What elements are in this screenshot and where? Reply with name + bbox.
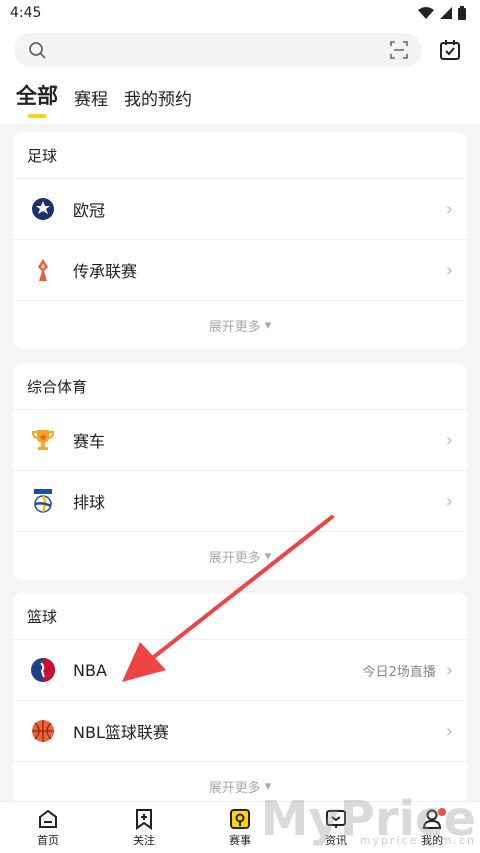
- list-item-label: 欧冠: [73, 201, 106, 220]
- section-title: 综合体育: [13, 363, 467, 410]
- list-item-nbl[interactable]: NBL篮球联赛 ›: [13, 701, 467, 762]
- list-item-volleyball[interactable]: 排球 ›: [13, 471, 467, 532]
- list-item-heritage-league[interactable]: 传承联赛 ›: [13, 240, 467, 301]
- chevron-right-icon: ›: [445, 429, 453, 451]
- list-item-label: 传承联赛: [73, 262, 138, 281]
- notification-dot: [438, 807, 446, 816]
- list-item-label: NBL篮球联赛: [73, 723, 169, 742]
- expand-more-button[interactable]: 展开更多 ▾: [13, 532, 467, 580]
- list-item-label: 赛车: [73, 432, 106, 451]
- section-multisport: 综合体育 赛车 › 排球 › 展开更多 ▾: [13, 363, 467, 580]
- bottom-nav: 首页 关注 赛事 资讯 我的: [0, 801, 480, 853]
- scan-icon[interactable]: [390, 41, 408, 59]
- list-item-ucl[interactable]: 欧冠 ›: [13, 179, 467, 240]
- events-icon: [230, 808, 250, 829]
- expand-more-label: 展开更多: [208, 550, 261, 566]
- chevron-right-icon: ›: [445, 259, 453, 281]
- nba-icon: [29, 656, 57, 684]
- caret-down-icon: ▾: [264, 548, 272, 564]
- nav-events[interactable]: 赛事: [210, 808, 270, 848]
- status-bar: 4:45: [0, 0, 480, 26]
- basketball-icon: [29, 717, 57, 745]
- tab-my-reservations[interactable]: 我的预约: [124, 85, 192, 116]
- tab-bar: 全部 赛程 我的预约: [0, 74, 480, 124]
- tab-all[interactable]: 全部: [16, 80, 58, 118]
- chevron-right-icon: ›: [445, 720, 453, 742]
- nav-follow[interactable]: 关注: [114, 808, 174, 848]
- list-item-label: NBA: [73, 660, 107, 680]
- volleyball-icon: [29, 487, 57, 515]
- expand-more-label: 展开更多: [208, 319, 261, 335]
- section-football: 足球 欧冠 › 传承联赛 › 展开更多 ▾: [13, 132, 467, 349]
- section-title: 篮球: [13, 593, 467, 640]
- chevron-right-icon: ›: [445, 659, 453, 681]
- home-icon: [39, 809, 57, 828]
- nav-me[interactable]: 我的: [402, 807, 462, 848]
- calendar-check-button[interactable]: [432, 32, 468, 68]
- list-item-racing[interactable]: 赛车 ›: [13, 410, 467, 471]
- nav-news[interactable]: 资讯: [306, 808, 366, 848]
- calendar-check-icon: [440, 40, 460, 60]
- champions-league-icon: [29, 195, 57, 223]
- list-item-nba[interactable]: NBA 今日2场直播 ›: [13, 640, 467, 701]
- wifi-icon: [418, 7, 434, 19]
- news-icon: [326, 809, 346, 828]
- expand-more-button[interactable]: 展开更多 ▾: [13, 301, 467, 349]
- top-bar: [0, 26, 480, 74]
- trophy-icon: [29, 426, 57, 454]
- nav-label: 资讯: [325, 833, 347, 847]
- nav-home[interactable]: 首页: [18, 808, 78, 848]
- live-count-label: 今日2场直播: [362, 664, 436, 680]
- nav-label: 首页: [37, 833, 59, 847]
- tab-schedule[interactable]: 赛程: [74, 85, 108, 116]
- status-time: 4:45: [10, 5, 42, 21]
- caret-down-icon: ▾: [264, 317, 272, 333]
- search-input[interactable]: [14, 33, 422, 67]
- section-basketball: 篮球 NBA 今日2场直播 › NBL篮球联赛 › 展开更多 ▾: [13, 593, 467, 823]
- chevron-right-icon: ›: [445, 490, 453, 512]
- nav-label: 赛事: [229, 833, 251, 847]
- nav-label: 我的: [421, 833, 443, 847]
- search-icon: [29, 42, 46, 59]
- status-icons: [418, 6, 466, 20]
- heritage-league-icon: [29, 256, 57, 284]
- battery-icon: [458, 6, 466, 20]
- signal-icon: [440, 7, 452, 19]
- expand-more-label: 展开更多: [208, 780, 261, 796]
- chevron-right-icon: ›: [445, 198, 453, 220]
- list-item-label: 排球: [73, 493, 106, 512]
- nav-label: 关注: [133, 833, 155, 847]
- caret-down-icon: ▾: [264, 778, 272, 794]
- bookmark-plus-icon: [136, 808, 152, 830]
- section-title: 足球: [13, 132, 467, 179]
